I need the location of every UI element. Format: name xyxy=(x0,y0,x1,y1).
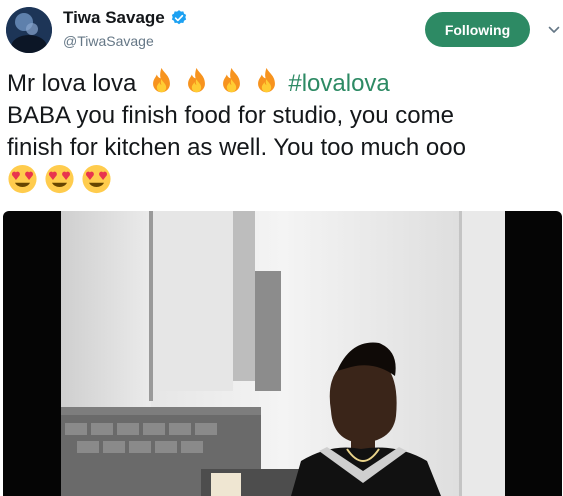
heart-eyes-emoji xyxy=(82,164,111,194)
video-player[interactable] xyxy=(3,211,562,496)
chevron-down-icon[interactable] xyxy=(548,24,560,36)
display-name[interactable]: Tiwa Savage xyxy=(63,8,165,28)
tweet-line-2: BABA you finish food for studio, you com… xyxy=(7,102,454,129)
fire-emoji xyxy=(188,67,206,93)
avatar[interactable] xyxy=(6,7,52,53)
fire-emoji xyxy=(258,67,276,93)
heart-eyes-emoji-group xyxy=(7,164,559,194)
hashtag-link[interactable]: #lovalova xyxy=(288,70,389,97)
tweet-line-1: Mr lova lova #lovalova xyxy=(7,66,559,100)
user-handle[interactable]: @TiwaSavage xyxy=(63,33,154,49)
following-button[interactable]: Following xyxy=(425,12,530,47)
fire-emoji xyxy=(153,67,171,93)
tweet-line-3: finish for kitchen as well. You too much… xyxy=(7,134,466,161)
heart-eyes-emoji xyxy=(45,164,74,194)
author-name-row: Tiwa Savage xyxy=(63,8,188,28)
verified-badge-icon xyxy=(171,10,186,25)
tweet-text-opening: Mr lova lova xyxy=(7,70,137,97)
fire-emoji xyxy=(223,67,241,93)
video-frame xyxy=(61,211,505,496)
tweet-text: Mr lova lova #lovalova BABA you finish fo… xyxy=(7,66,559,194)
tweet-card: Tiwa Savage @TiwaSavage Following Mr lov… xyxy=(0,0,563,496)
heart-eyes-emoji xyxy=(8,164,37,194)
fire-emoji-group xyxy=(146,66,282,96)
